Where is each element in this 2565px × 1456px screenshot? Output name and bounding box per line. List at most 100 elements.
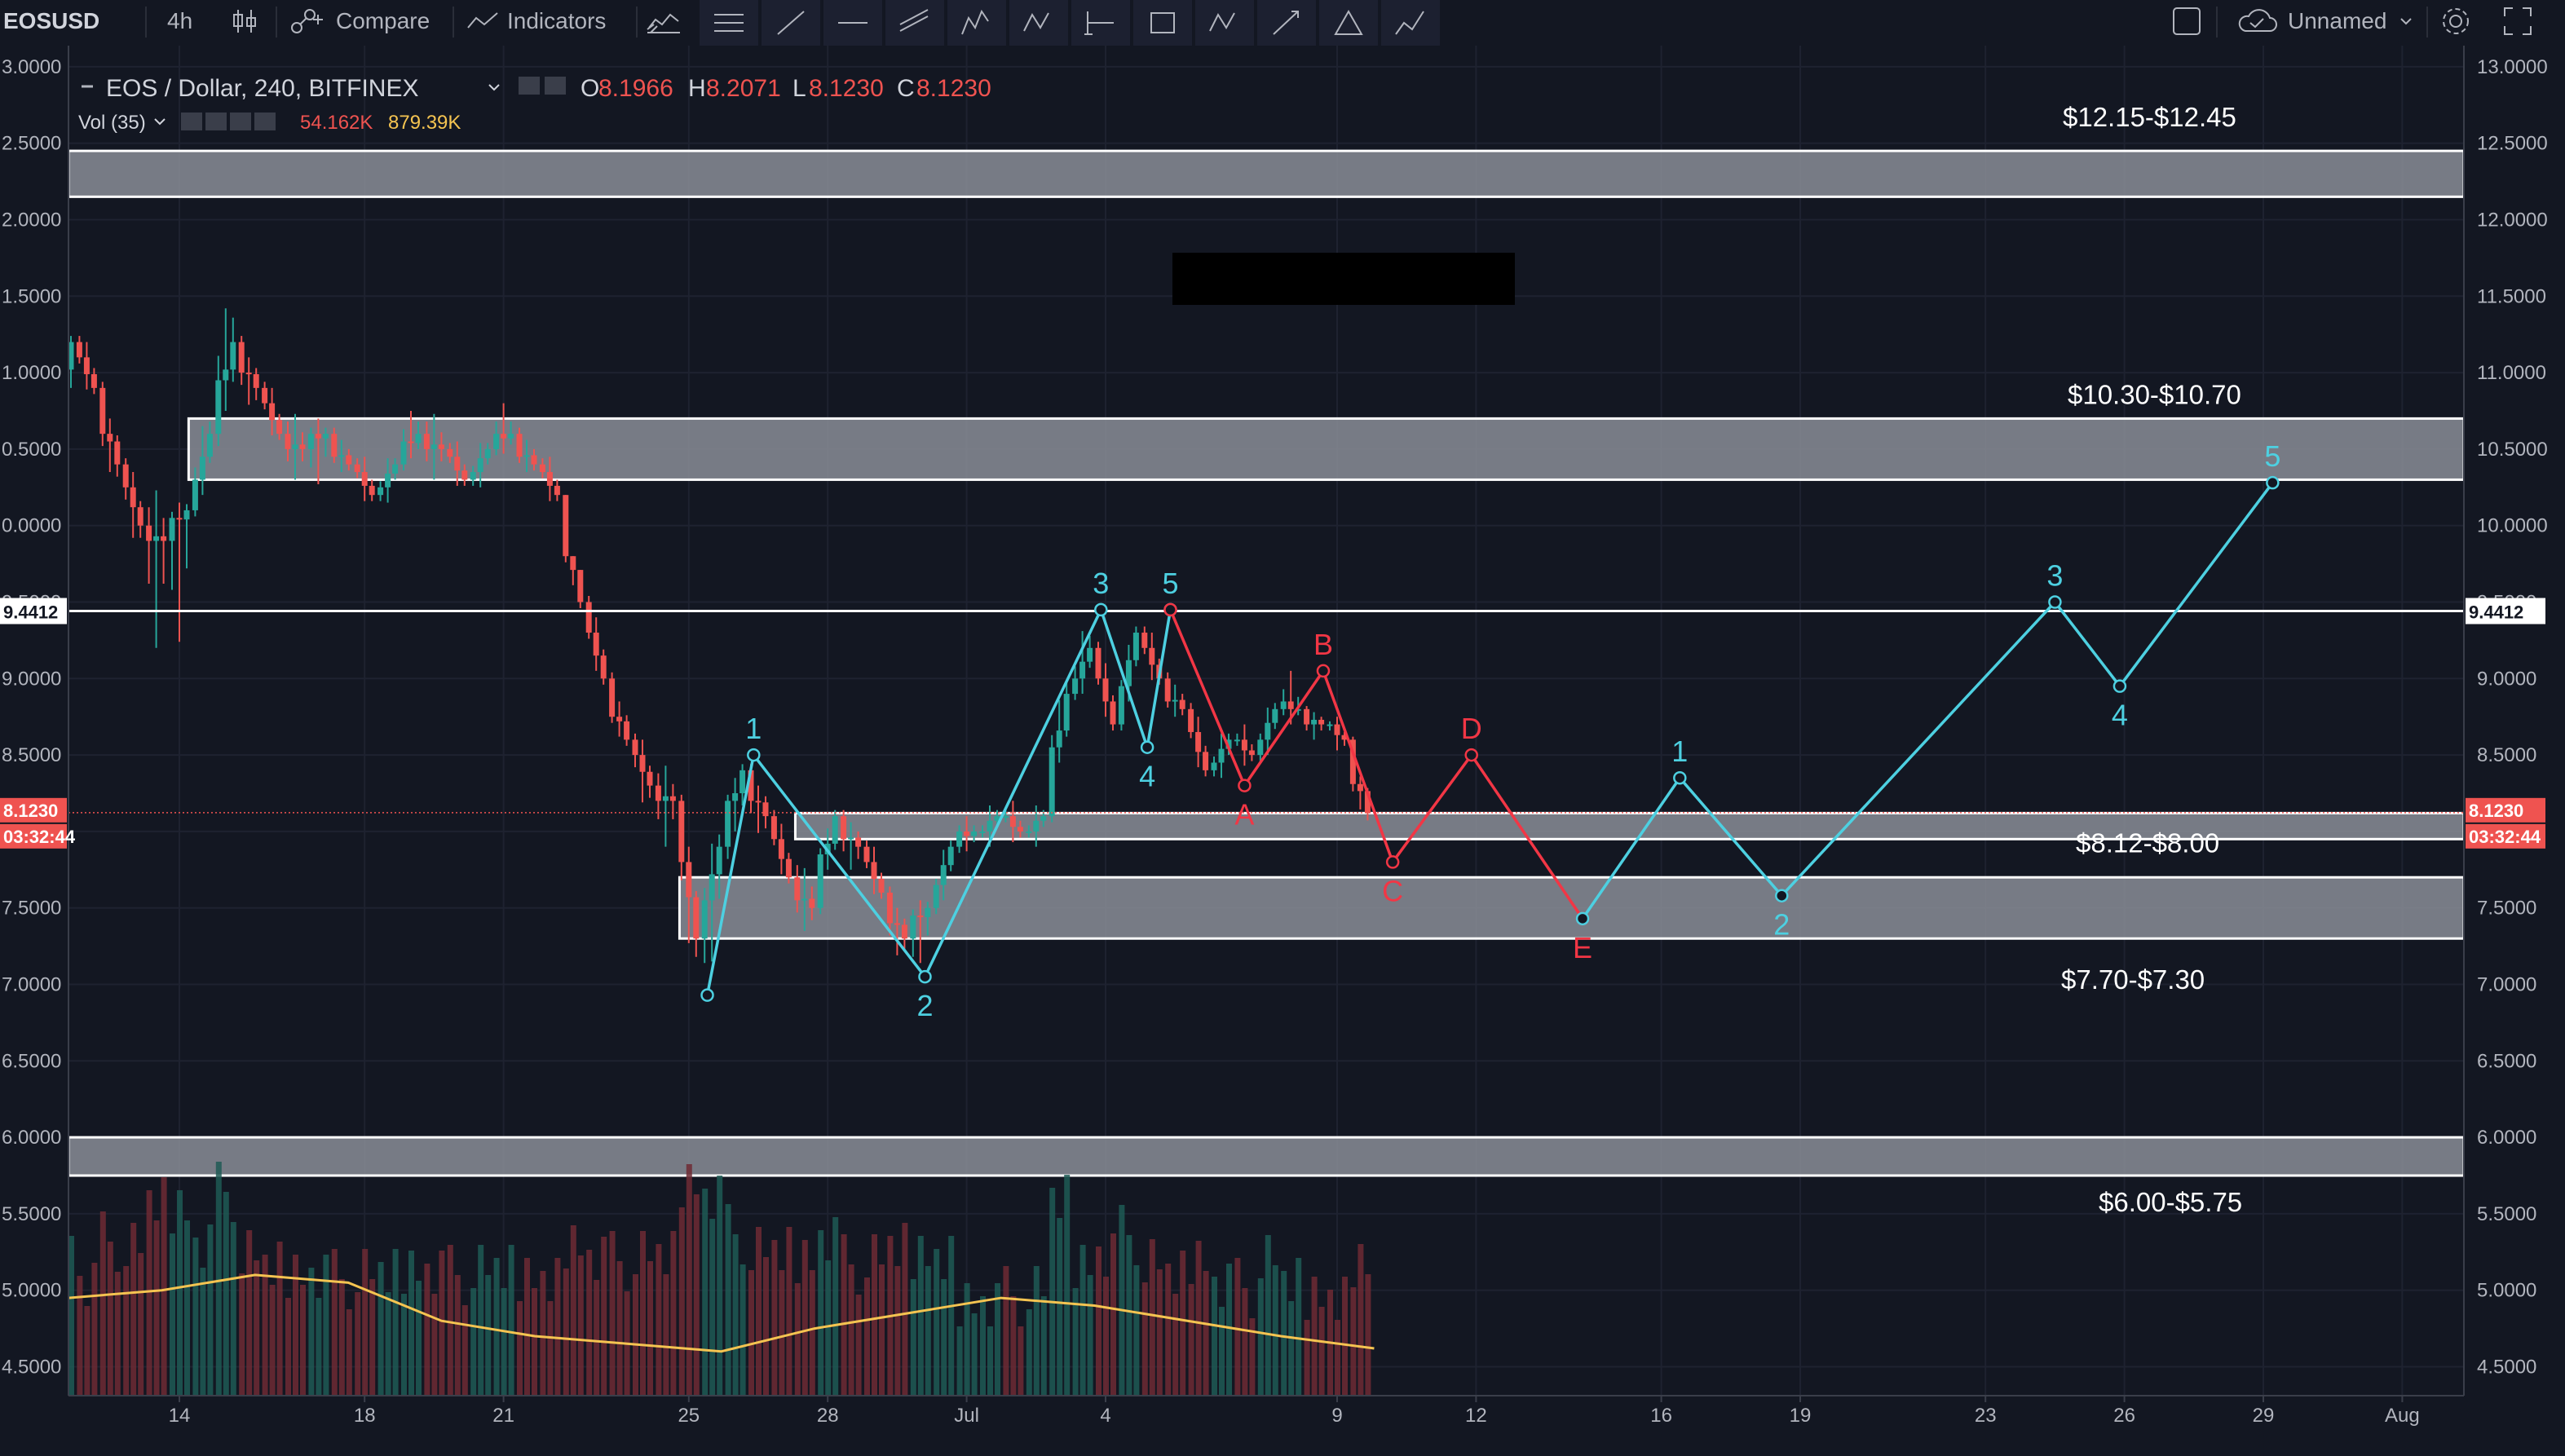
close-label: C <box>897 75 915 102</box>
x-tick-label: Jul <box>954 1405 979 1427</box>
y-tick-label-left: 3.0000 <box>2 56 61 78</box>
volume-bar <box>1249 1318 1256 1396</box>
volume-value: 54.162K <box>300 112 373 134</box>
volume-ma-value: 879.39K <box>388 112 461 134</box>
candle-body <box>910 916 916 939</box>
candle-body <box>531 455 537 465</box>
volume-bar <box>362 1249 369 1396</box>
volume-bar <box>670 1231 677 1396</box>
x-tick-label: 23 <box>1975 1405 1997 1427</box>
volume-bar <box>1087 1275 1093 1396</box>
volume-bar <box>177 1190 183 1396</box>
volume-bar <box>1365 1274 1371 1396</box>
price-chart[interactable]: $12.15-$12.45 $10.30-$10.70 $8.12-$8.00 $7.… <box>0 0 2565 1456</box>
right-axis-panel <box>2464 46 2565 1396</box>
candle-body <box>354 464 360 473</box>
volume-bar <box>647 1261 653 1396</box>
volume-bar <box>563 1268 569 1396</box>
volume-bar <box>254 1260 260 1396</box>
zone-rect <box>187 417 2466 481</box>
candle-body <box>315 434 321 439</box>
settings-small-icon[interactable] <box>545 77 566 95</box>
candle-body <box>331 434 338 457</box>
left-axis-panel <box>0 46 68 1396</box>
candle-body <box>987 820 993 832</box>
volume-bar <box>1133 1265 1140 1396</box>
volume-bar <box>818 1230 824 1396</box>
volume-bar <box>1195 1241 1202 1396</box>
y-tick-label-right: 5.0000 <box>2477 1280 2536 1302</box>
volume-bar <box>454 1275 461 1396</box>
wave-label: 1 <box>745 712 762 745</box>
settings-small-icon[interactable] <box>205 113 227 130</box>
candle-body <box>762 802 769 817</box>
candle-body <box>956 831 963 847</box>
volume-bar <box>170 1233 175 1396</box>
volume-bar <box>1212 1277 1217 1396</box>
volume-bar <box>1234 1258 1241 1396</box>
candle-body <box>91 373 97 388</box>
last-price-tag-right: 8.1230 <box>2469 801 2523 821</box>
candle-body <box>1063 694 1070 731</box>
candle-body <box>600 655 607 679</box>
volume-bar <box>161 1177 167 1396</box>
wave-point <box>2266 475 2280 490</box>
volume-bar <box>130 1223 137 1396</box>
candle-body <box>153 536 160 541</box>
legend-symbol[interactable]: EOS / Dollar, 240, BITFINEX <box>106 75 418 102</box>
candle-body <box>901 924 907 939</box>
volume-bar <box>1281 1271 1287 1396</box>
wave-label: 5 <box>2264 439 2280 473</box>
volume-bar <box>980 1296 986 1396</box>
volume-bar <box>934 1249 940 1396</box>
volume-bar <box>1026 1309 1032 1396</box>
candle-body <box>871 862 877 880</box>
candle-body <box>230 342 236 370</box>
candle-body <box>269 403 276 421</box>
candle-body <box>430 444 437 449</box>
candle-body <box>1179 699 1185 709</box>
volume-label[interactable]: Vol (35) <box>78 112 146 134</box>
eye-icon[interactable] <box>519 77 540 95</box>
y-tick-label-right: 11.5000 <box>2477 285 2546 307</box>
volume-bar <box>841 1234 847 1396</box>
volume-bar <box>855 1295 862 1396</box>
candle-body <box>400 441 407 465</box>
candle-body <box>122 464 129 488</box>
wave-point <box>1575 911 1590 926</box>
candle-body <box>392 464 399 474</box>
candle-body <box>785 858 792 878</box>
candle-body <box>686 862 692 898</box>
candle-body <box>947 846 954 866</box>
wave-label: 3 <box>1093 567 1109 600</box>
candle-body <box>809 898 815 908</box>
volume-bar <box>293 1255 298 1396</box>
y-tick-label-left: 5.5000 <box>2 1203 61 1225</box>
close-value: 8.1230 <box>916 75 991 102</box>
close-icon[interactable] <box>254 113 276 130</box>
candle-body <box>1241 739 1247 751</box>
plus-icon[interactable] <box>230 113 251 130</box>
volume-bar <box>532 1288 537 1396</box>
volume-bar <box>239 1273 245 1396</box>
countdown-tag-right: 03:32:44 <box>2469 827 2541 847</box>
volume-bar <box>702 1189 709 1396</box>
volume-bar <box>316 1298 322 1396</box>
volume-bar <box>1057 1218 1063 1396</box>
candle-body <box>276 420 283 435</box>
volume-bar <box>1226 1264 1232 1396</box>
candle-body <box>146 525 152 541</box>
candle-body <box>76 342 82 358</box>
zone-label: $10.30-$10.70 <box>2068 379 2241 409</box>
volume-bar <box>1265 1235 1271 1396</box>
eye-icon[interactable] <box>181 113 202 130</box>
candle-body <box>770 816 777 840</box>
candle-body <box>508 434 514 439</box>
candle-body <box>593 633 599 656</box>
volume-bar <box>107 1242 113 1396</box>
x-tick-label: 19 <box>1790 1405 1812 1427</box>
candle-body <box>415 434 422 443</box>
volume-bar <box>586 1250 593 1396</box>
y-tick-label-right: 4.5000 <box>2477 1357 2536 1379</box>
volume-bar <box>848 1264 854 1396</box>
